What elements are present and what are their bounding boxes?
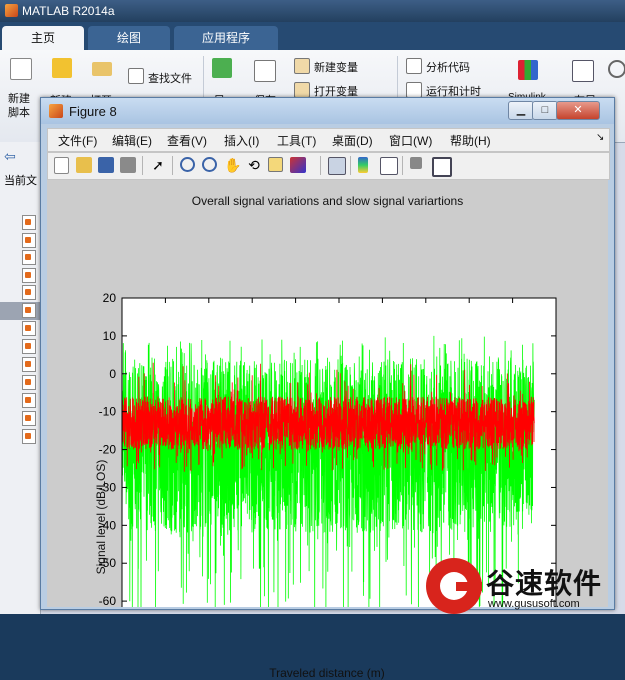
file-icon[interactable] xyxy=(22,429,36,444)
pointer-icon[interactable]: ➚ xyxy=(150,157,166,173)
rotate-3d-icon[interactable]: ⟲ xyxy=(246,157,262,173)
new-script-button[interactable]: 新建 脚本 xyxy=(8,92,38,120)
layout-icon[interactable] xyxy=(572,60,594,82)
file-icon[interactable] xyxy=(22,250,36,265)
y-tick-label: 20 xyxy=(103,291,117,305)
watermark-logo-icon xyxy=(426,558,482,614)
file-icon[interactable] xyxy=(22,339,36,354)
simulink-icon[interactable] xyxy=(518,60,538,80)
link-plot-icon[interactable] xyxy=(328,157,346,175)
figure-title-bar[interactable]: Figure 8 ▁ □ ✕ xyxy=(41,98,614,124)
save-workspace-icon[interactable] xyxy=(254,60,276,82)
new-figure-icon[interactable] xyxy=(54,157,69,174)
open-file-icon[interactable] xyxy=(76,157,92,173)
show-plot-tools-icon[interactable] xyxy=(432,157,452,177)
menu-tools[interactable]: 工具(T) xyxy=(277,132,316,149)
file-icon[interactable] xyxy=(22,393,36,408)
analyze-code-icon[interactable] xyxy=(406,58,422,74)
maximize-button[interactable]: □ xyxy=(532,101,558,120)
menu-help[interactable]: 帮助(H) xyxy=(450,132,491,149)
tab-plots[interactable]: 绘图 xyxy=(88,26,170,50)
y-tick-label: -10 xyxy=(99,405,117,419)
find-files-icon[interactable] xyxy=(128,68,144,84)
file-icon[interactable] xyxy=(22,285,36,300)
menu-desktop[interactable]: 桌面(D) xyxy=(332,132,373,149)
watermark: 谷速软件 www.gususoft.com xyxy=(426,558,625,614)
zoom-out-icon[interactable] xyxy=(202,157,217,172)
file-icon[interactable] xyxy=(22,321,36,336)
matlab-logo-icon xyxy=(5,4,18,17)
pan-hand-icon[interactable]: ✋ xyxy=(224,157,241,173)
plot-area[interactable]: 00.20.40.60.811.21.41.61.82-70-60-50-40-… xyxy=(47,180,608,607)
file-icon[interactable] xyxy=(22,411,36,426)
brush-icon[interactable] xyxy=(290,157,306,173)
preferences-gear-icon[interactable] xyxy=(608,60,625,78)
menu-view[interactable]: 查看(V) xyxy=(167,132,207,149)
file-icon[interactable] xyxy=(22,233,36,248)
matlab-title-bar: MATLAB R2014a xyxy=(0,0,625,22)
legend-icon[interactable] xyxy=(380,157,398,175)
menu-file[interactable]: 文件(F) xyxy=(58,132,97,149)
x-axis-label: Traveled distance (m) xyxy=(269,666,385,680)
figure-title: Figure 8 xyxy=(69,104,117,119)
figure-toolbar: ➚ ✋ ⟲ xyxy=(47,152,610,180)
back-arrow-icon[interactable]: ⇦ xyxy=(4,148,16,165)
open-folder-icon[interactable] xyxy=(92,62,112,76)
y-tick-label: 10 xyxy=(103,329,117,343)
current-folder-header: 当前文 xyxy=(4,175,37,187)
file-icon[interactable] xyxy=(22,375,36,390)
analyze-code-button[interactable]: 分析代码 xyxy=(426,59,470,75)
tab-home[interactable]: 主页 xyxy=(2,26,84,50)
zoom-in-icon[interactable] xyxy=(180,157,195,172)
hide-plot-tools-icon[interactable] xyxy=(410,157,422,169)
colorbar-icon[interactable] xyxy=(358,157,368,173)
matlab-logo-icon xyxy=(49,104,63,118)
watermark-text: 谷速软件 xyxy=(486,568,603,599)
data-cursor-icon[interactable] xyxy=(268,157,283,172)
menu-edit[interactable]: 编辑(E) xyxy=(112,132,152,149)
menu-dock-arrow-icon[interactable]: ↘ xyxy=(596,132,604,143)
menu-window[interactable]: 窗口(W) xyxy=(389,132,432,149)
new-icon[interactable] xyxy=(52,58,72,78)
tab-apps[interactable]: 应用程序 xyxy=(174,26,278,50)
import-data-icon[interactable] xyxy=(212,58,232,78)
matlab-title: MATLAB R2014a xyxy=(22,4,115,18)
file-icon[interactable] xyxy=(22,268,36,283)
y-axis-label: Signal level (dB/LOS) xyxy=(94,459,108,575)
run-and-time-icon[interactable] xyxy=(406,82,422,98)
menu-insert[interactable]: 插入(I) xyxy=(224,132,259,149)
open-variable-icon[interactable] xyxy=(294,82,310,98)
file-icon[interactable] xyxy=(22,357,36,372)
minimize-button[interactable]: ▁ xyxy=(508,101,534,120)
new-variable-icon[interactable] xyxy=(294,58,310,74)
file-icon[interactable] xyxy=(22,303,36,318)
figure-canvas: 00.20.40.60.811.21.41.61.82-70-60-50-40-… xyxy=(47,180,608,680)
figure-window: Figure 8 ▁ □ ✕ 文件(F) 编辑(E) 查看(V) 插入(I) 工… xyxy=(40,97,615,680)
y-tick-label: 0 xyxy=(109,367,116,381)
watermark-url: www.gususoft.com xyxy=(488,598,580,610)
plot-title: Overall signal variations and slow signa… xyxy=(191,194,464,208)
save-icon[interactable] xyxy=(98,157,114,173)
figure-menu-bar: 文件(F) 编辑(E) 查看(V) 插入(I) 工具(T) 桌面(D) 窗口(W… xyxy=(47,128,610,152)
find-files-button[interactable]: 查找文件 xyxy=(148,70,192,86)
new-variable-button[interactable]: 新建变量 xyxy=(314,59,358,75)
file-icon[interactable] xyxy=(22,215,36,230)
print-icon[interactable] xyxy=(120,157,136,173)
new-script-icon[interactable] xyxy=(10,58,32,80)
close-button[interactable]: ✕ xyxy=(556,101,600,120)
